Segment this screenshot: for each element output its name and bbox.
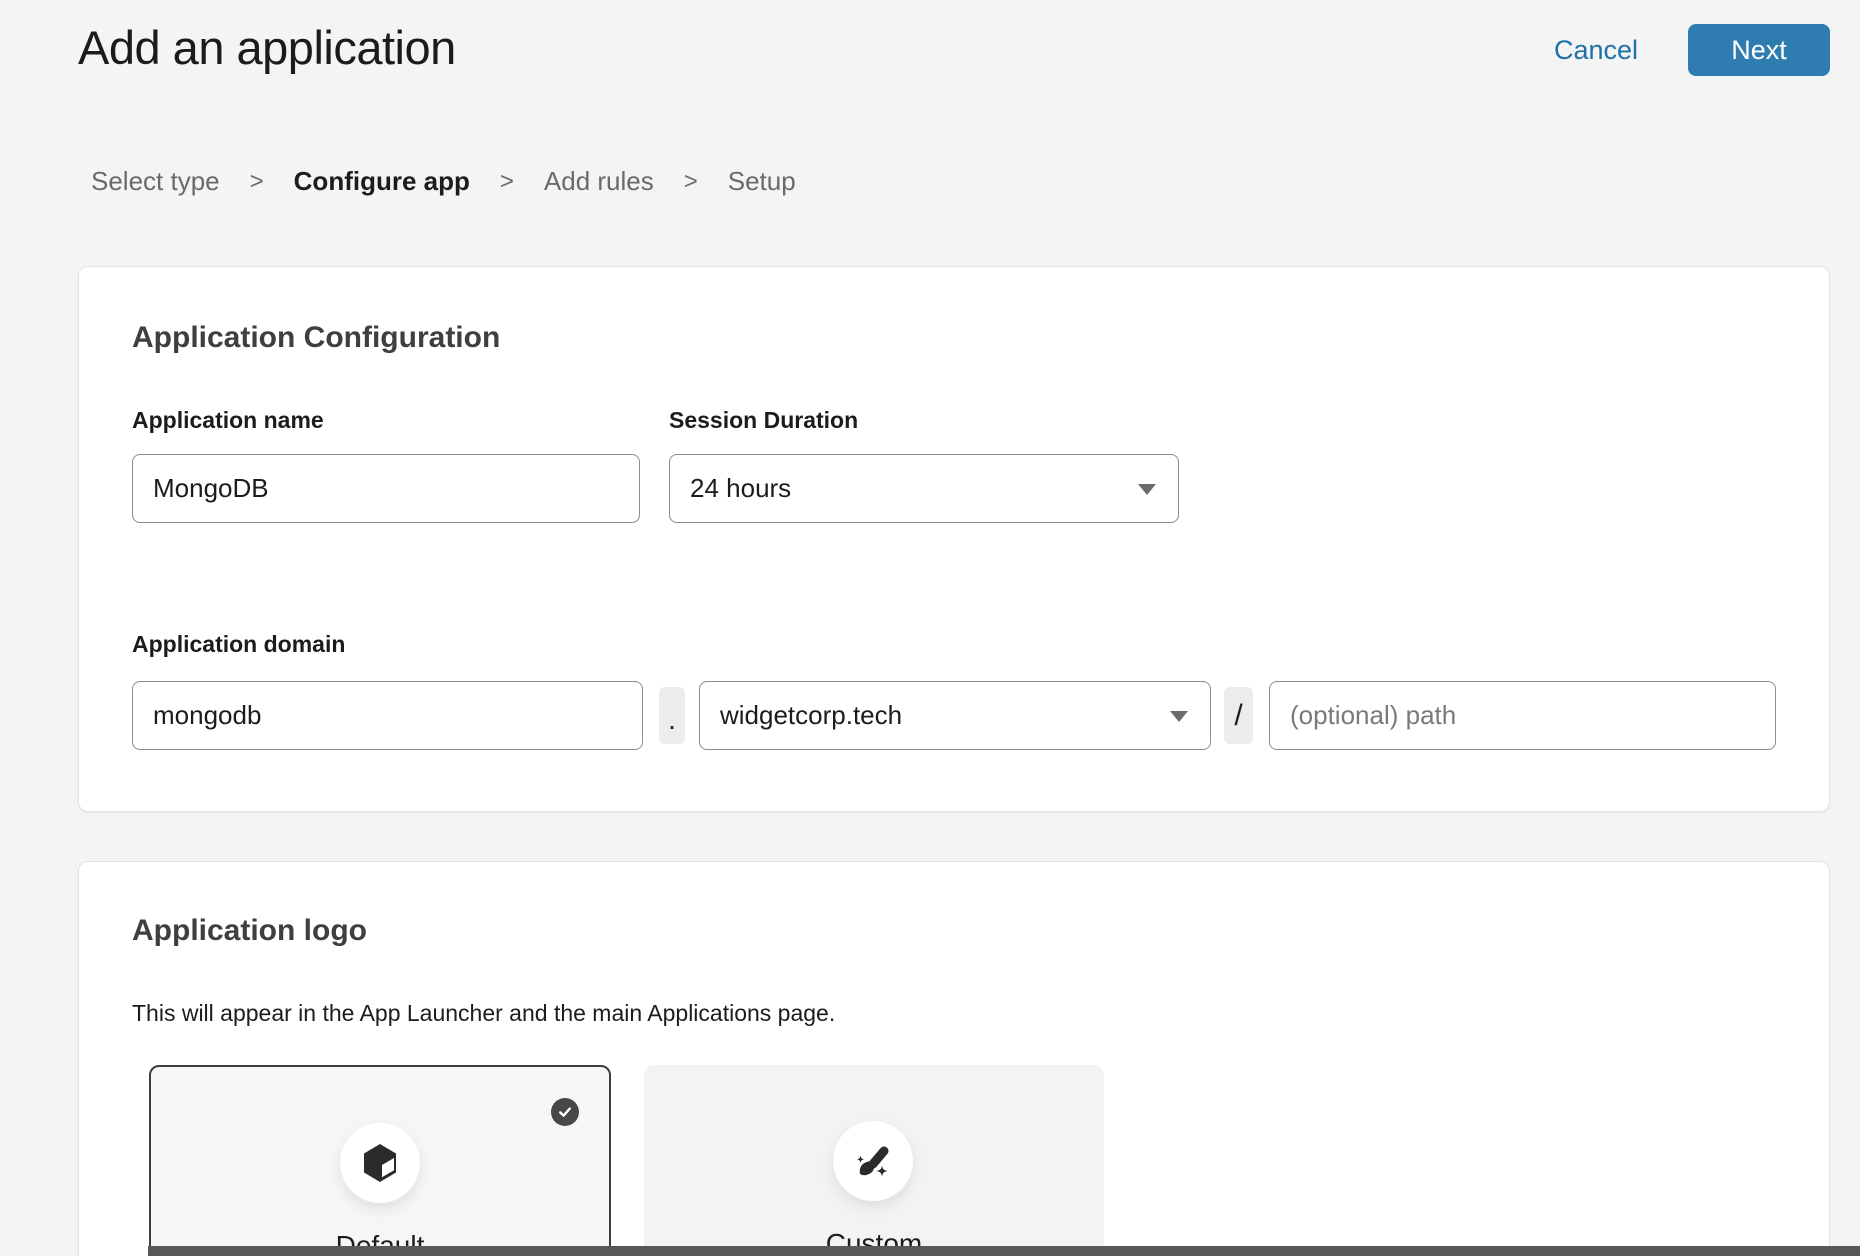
check-icon	[557, 1104, 573, 1120]
chevron-down-icon	[1138, 484, 1156, 495]
default-logo-circle	[340, 1123, 420, 1203]
domain-dot-separator: .	[659, 687, 685, 744]
cube-icon	[362, 1143, 398, 1183]
next-button[interactable]: Next	[1688, 24, 1830, 76]
domain-select-value: widgetcorp.tech	[720, 700, 902, 731]
logo-option-custom[interactable]: Custom	[644, 1065, 1104, 1256]
breadcrumb-separator: >	[684, 168, 698, 196]
bottom-edge-strip	[148, 1246, 1860, 1256]
chevron-down-icon	[1170, 711, 1188, 722]
cancel-button[interactable]: Cancel	[1554, 35, 1638, 66]
domain-select[interactable]: widgetcorp.tech	[699, 681, 1211, 750]
application-domain-label: Application domain	[132, 631, 345, 658]
breadcrumb-separator: >	[250, 168, 264, 196]
application-logo-description: This will appear in the App Launcher and…	[132, 1000, 835, 1027]
paintbrush-icon	[853, 1141, 893, 1181]
breadcrumb-step-setup[interactable]: Setup	[728, 166, 796, 197]
application-name-input[interactable]	[132, 454, 640, 523]
add-application-page: Add an application Cancel Next Select ty…	[0, 0, 1860, 1256]
application-configuration-card: Application Configuration Application na…	[78, 266, 1830, 812]
session-duration-select[interactable]: 24 hours	[669, 454, 1179, 523]
application-configuration-heading: Application Configuration	[132, 321, 500, 355]
application-subdomain-input[interactable]	[132, 681, 643, 750]
domain-slash-separator: /	[1224, 687, 1253, 744]
session-duration-value: 24 hours	[690, 473, 791, 504]
path-input[interactable]	[1269, 681, 1776, 750]
session-duration-label: Session Duration	[669, 407, 858, 434]
breadcrumb: Select type > Configure app > Add rules …	[91, 166, 796, 197]
breadcrumb-step-select-type[interactable]: Select type	[91, 166, 220, 197]
page-title: Add an application	[78, 20, 456, 75]
application-name-label: Application name	[132, 407, 324, 434]
breadcrumb-step-add-rules[interactable]: Add rules	[544, 166, 654, 197]
application-logo-heading: Application logo	[132, 914, 367, 948]
breadcrumb-separator: >	[500, 168, 514, 196]
breadcrumb-step-configure-app[interactable]: Configure app	[294, 166, 470, 197]
logo-option-default[interactable]: Default	[149, 1065, 611, 1256]
application-logo-card: Application logo This will appear in the…	[78, 861, 1830, 1256]
selected-badge	[551, 1098, 579, 1126]
custom-logo-circle	[833, 1121, 913, 1201]
header-actions: Cancel Next	[1554, 24, 1830, 76]
